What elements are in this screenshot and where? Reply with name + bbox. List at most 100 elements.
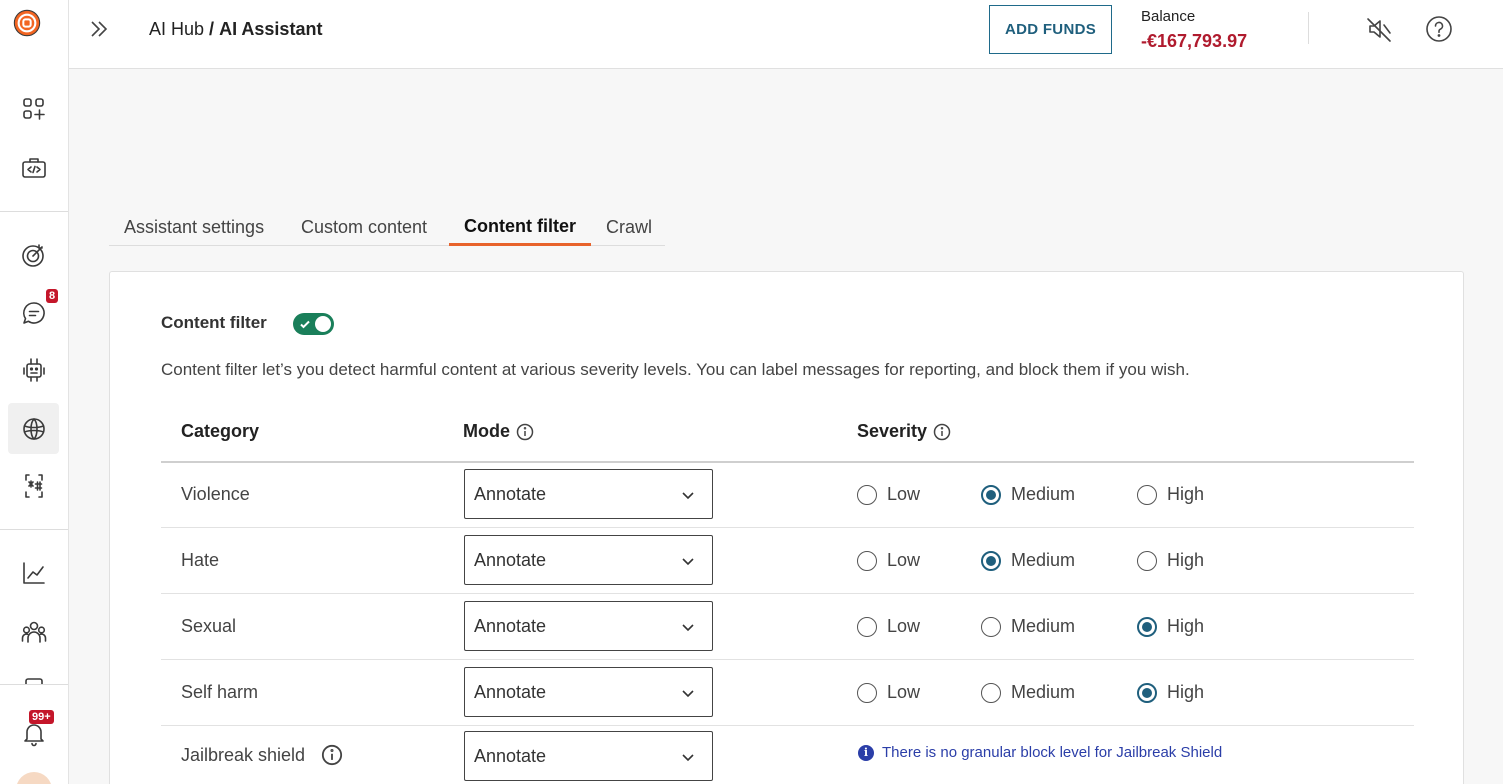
radio-label: High xyxy=(1167,682,1205,702)
radio-label: Medium xyxy=(1011,550,1076,570)
severity-info-icon[interactable] xyxy=(933,423,951,441)
target-icon[interactable] xyxy=(0,230,68,280)
radio-dot xyxy=(1137,484,1157,505)
category-label-text: Jailbreak shield xyxy=(181,744,306,765)
tab-assistant-settings[interactable]: Assistant settings xyxy=(124,210,264,245)
severity-low-radio[interactable]: Low xyxy=(857,484,920,505)
radio-dot xyxy=(857,550,877,571)
chevron-down-icon xyxy=(680,619,696,635)
column-header-mode: Mode xyxy=(463,421,534,442)
info-filled-icon: i xyxy=(858,744,874,761)
user-avatar[interactable] xyxy=(16,772,52,784)
chevron-down-icon xyxy=(680,487,696,503)
radio-dot xyxy=(981,484,1001,505)
content-filter-toggle[interactable] xyxy=(293,313,334,335)
radio-label: Low xyxy=(887,550,921,570)
mode-select-value: Annotate xyxy=(474,483,547,504)
severity-medium-radio[interactable]: Medium xyxy=(981,550,1075,571)
radio-dot xyxy=(1137,682,1157,703)
jailbreak-note: i There is no granular block level for J… xyxy=(858,744,1222,761)
radio-dot xyxy=(981,550,1001,571)
breadcrumb-parent[interactable]: AI Hub xyxy=(149,19,204,39)
chevron-down-icon xyxy=(680,685,696,701)
radio-label: Medium xyxy=(1011,616,1076,636)
mode-select-value: Annotate xyxy=(474,745,547,766)
add-funds-button[interactable]: ADD FUNDS xyxy=(989,5,1112,54)
content-filter-title: Content filter xyxy=(161,313,267,332)
template-hash-icon[interactable] xyxy=(0,461,68,511)
table-row-self-harm: Self harm Annotate Low Medium High xyxy=(161,660,1414,726)
severity-medium-radio[interactable]: Medium xyxy=(981,484,1075,505)
code-toolbox-icon[interactable] xyxy=(0,143,68,193)
radio-label: Medium xyxy=(1011,682,1076,702)
category-label: Hate xyxy=(181,550,220,570)
content-filter-description: Content filter let’s you detect harmful … xyxy=(161,360,1190,379)
severity-low-radio[interactable]: Low xyxy=(857,550,920,571)
radio-label: Medium xyxy=(1011,484,1076,504)
reports-icon[interactable] xyxy=(0,668,68,684)
mode-select[interactable]: Annotate xyxy=(464,731,713,781)
mode-select-value: Annotate xyxy=(474,549,547,570)
category-label: Violence xyxy=(181,484,250,504)
category-label: Jailbreak shield xyxy=(181,744,343,766)
brand-logo[interactable] xyxy=(13,9,55,51)
content-filter-card: Content filter Content filter let’s you … xyxy=(109,271,1464,784)
analytics-icon[interactable] xyxy=(0,548,68,598)
expand-sidebar-icon[interactable] xyxy=(87,17,111,41)
ai-hub-icon[interactable] xyxy=(8,403,59,454)
balance-value: -€167,793.97 xyxy=(1141,31,1248,51)
severity-low-radio[interactable]: Low xyxy=(857,682,920,703)
people-icon[interactable] xyxy=(0,607,68,657)
radio-dot xyxy=(857,682,877,703)
sound-muted-icon[interactable] xyxy=(1364,14,1394,44)
severity-high-radio[interactable]: High xyxy=(1137,616,1204,637)
radio-label: Low xyxy=(887,682,921,702)
tab-content-filter[interactable]: Content filter xyxy=(449,210,591,246)
breadcrumb-separator: / xyxy=(209,19,215,39)
table-row-hate: Hate Annotate Low Medium High xyxy=(161,528,1414,594)
radio-dot xyxy=(981,616,1001,637)
severity-header-label: Severity xyxy=(857,421,928,441)
radio-dot xyxy=(857,484,877,505)
apps-add-icon[interactable] xyxy=(0,84,68,134)
category-label: Sexual xyxy=(181,616,237,636)
mode-select[interactable]: Annotate xyxy=(464,601,713,651)
jailbreak-note-text: There is no granular block level for Jai… xyxy=(882,744,1223,761)
severity-medium-radio[interactable]: Medium xyxy=(981,682,1075,703)
chevron-down-icon xyxy=(680,749,696,765)
severity-medium-radio[interactable]: Medium xyxy=(981,616,1075,637)
radio-label: High xyxy=(1167,484,1205,504)
tab-crawl[interactable]: Crawl xyxy=(606,210,652,245)
severity-low-radio[interactable]: Low xyxy=(857,616,920,637)
radio-dot xyxy=(1137,550,1157,571)
breadcrumb: AI Hub / AI Assistant xyxy=(149,19,322,40)
header-divider xyxy=(1308,12,1309,44)
radio-label: High xyxy=(1167,550,1205,570)
mode-select[interactable]: Annotate xyxy=(464,667,713,717)
radio-dot xyxy=(1137,616,1157,637)
mode-select-value: Annotate xyxy=(474,615,547,636)
help-icon[interactable] xyxy=(1424,14,1454,44)
severity-high-radio[interactable]: High xyxy=(1137,484,1204,505)
table-row-jailbreak-shield: Jailbreak shield Annotate i There is no … xyxy=(161,726,1414,784)
tab-custom-content[interactable]: Custom content xyxy=(301,210,427,245)
mode-info-icon[interactable] xyxy=(516,423,534,441)
column-header-severity: Severity xyxy=(857,421,951,442)
mode-select[interactable]: Annotate xyxy=(464,535,713,585)
top-header: AI Hub / AI Assistant ADD FUNDS Balance … xyxy=(69,0,1503,69)
category-label: Self harm xyxy=(181,682,259,702)
mode-select[interactable]: Annotate xyxy=(464,469,713,519)
left-rail: 8 99+ xyxy=(0,0,69,784)
conversations-badge: 8 xyxy=(46,289,59,303)
severity-high-radio[interactable]: High xyxy=(1137,550,1204,571)
check-icon xyxy=(299,317,311,329)
table-row-violence: Violence Annotate Low Medium High xyxy=(161,462,1414,528)
mode-select-value: Annotate xyxy=(474,681,547,702)
balance-label: Balance xyxy=(1141,8,1196,25)
severity-high-radio[interactable]: High xyxy=(1137,682,1204,703)
jailbreak-info-icon[interactable] xyxy=(321,744,343,766)
bot-icon[interactable] xyxy=(0,345,68,395)
table-row-sexual: Sexual Annotate Low Medium High xyxy=(161,594,1414,660)
radio-label: High xyxy=(1167,616,1205,636)
column-header-category: Category xyxy=(181,421,259,442)
